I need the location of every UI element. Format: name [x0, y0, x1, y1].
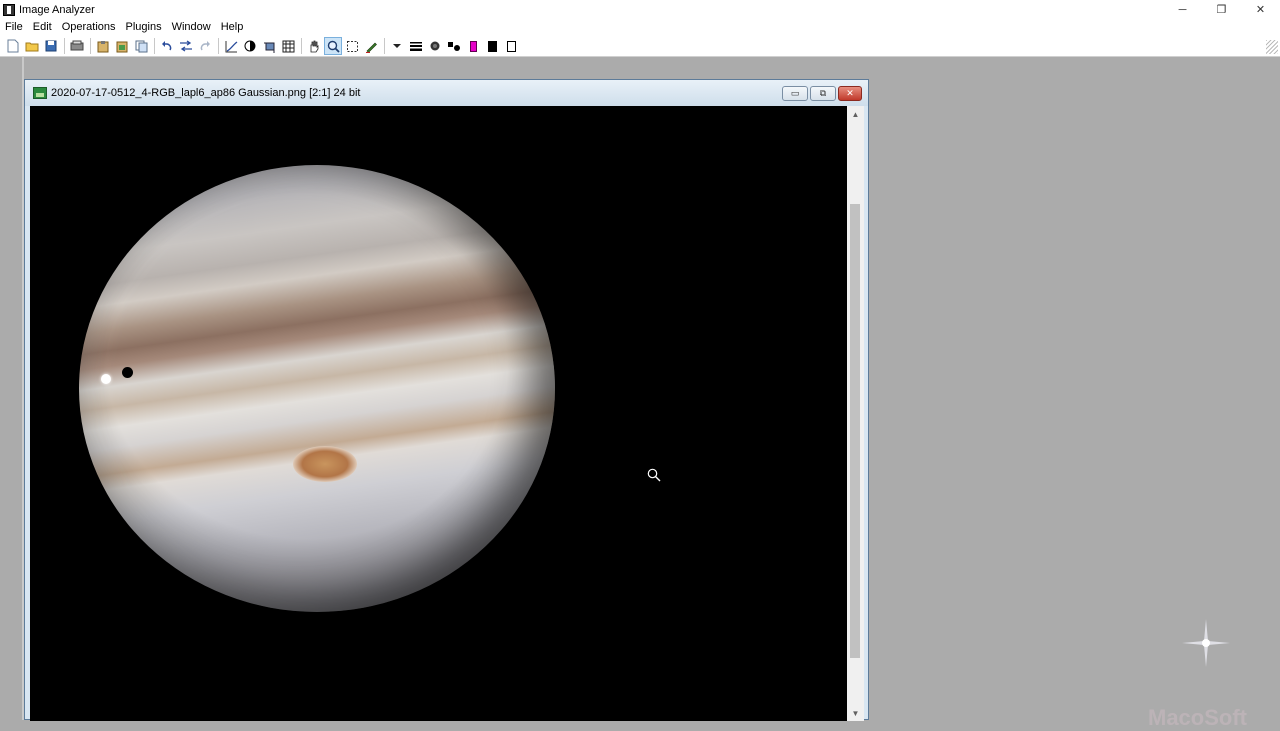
swap-icon[interactable] — [177, 37, 195, 55]
app-title: Image Analyzer — [19, 3, 95, 16]
paste-icon[interactable] — [94, 37, 112, 55]
mdi-workspace: 2020-07-17-0512_4-RGB_lapl6_ap86 Gaussia… — [0, 57, 1280, 730]
great-red-spot — [293, 446, 357, 482]
app-titlebar: Image Analyzer ─ ❐ ✕ — [0, 0, 1280, 19]
paste-special-icon[interactable] — [113, 37, 131, 55]
menu-file[interactable]: File — [0, 19, 28, 36]
pen-icon[interactable] — [362, 37, 380, 55]
zoom-icon[interactable] — [324, 37, 342, 55]
grid-icon[interactable] — [279, 37, 297, 55]
crop-icon[interactable] — [260, 37, 278, 55]
image-window: 2020-07-17-0512_4-RGB_lapl6_ap86 Gaussia… — [24, 79, 869, 721]
white-swatch-icon[interactable] — [502, 37, 520, 55]
watermark: MacoSoft — [1148, 705, 1247, 730]
jupiter-image — [79, 165, 555, 612]
copy-icon[interactable] — [132, 37, 150, 55]
contrast-icon[interactable] — [241, 37, 259, 55]
toolbar-separator — [64, 38, 65, 54]
scroll-thumb[interactable] — [850, 204, 860, 658]
toolbar-separator — [384, 38, 385, 54]
sparkle-icon — [1182, 619, 1230, 667]
curve-icon[interactable] — [222, 37, 240, 55]
toolbar-separator — [218, 38, 219, 54]
open-icon[interactable] — [23, 37, 41, 55]
save-icon[interactable] — [42, 37, 60, 55]
dropdown-icon[interactable] — [388, 37, 406, 55]
black-swatch-icon[interactable] — [483, 37, 501, 55]
moon — [101, 374, 111, 384]
vertical-scrollbar[interactable]: ▲ ▼ — [847, 106, 864, 721]
new-icon[interactable] — [4, 37, 22, 55]
image-window-caption: 2020-07-17-0512_4-RGB_lapl6_ap86 Gaussia… — [51, 87, 361, 99]
menu-window[interactable]: Window — [167, 19, 216, 36]
scan-icon[interactable] — [68, 37, 86, 55]
image-window-controls: ▭ ⧉ ✕ — [780, 86, 862, 101]
magenta-swatch-icon[interactable] — [464, 37, 482, 55]
image-maximize-button[interactable]: ⧉ — [810, 86, 836, 101]
toolbar-separator — [154, 38, 155, 54]
resize-grip[interactable] — [1266, 40, 1278, 54]
toolbar-separator — [301, 38, 302, 54]
image-minimize-button[interactable]: ▭ — [782, 86, 808, 101]
hand-icon[interactable] — [305, 37, 323, 55]
image-close-button[interactable]: ✕ — [838, 86, 862, 101]
scroll-up-icon[interactable]: ▲ — [847, 106, 864, 122]
image-canvas[interactable] — [30, 106, 847, 721]
scroll-down-icon[interactable]: ▼ — [847, 705, 864, 721]
toolbar-separator — [90, 38, 91, 54]
window-controls: ─ ❐ ✕ — [1163, 0, 1280, 19]
zoom-cursor-icon — [647, 468, 661, 482]
image-window-titlebar[interactable]: 2020-07-17-0512_4-RGB_lapl6_ap86 Gaussia… — [25, 80, 868, 106]
menu-edit[interactable]: Edit — [28, 19, 57, 36]
close-button[interactable]: ✕ — [1241, 0, 1280, 19]
menu-help[interactable]: Help — [216, 19, 249, 36]
minimize-button[interactable]: ─ — [1163, 0, 1202, 19]
moon-shadow — [122, 367, 133, 378]
restore-button[interactable]: ❐ — [1202, 0, 1241, 19]
image-file-icon — [33, 87, 47, 99]
app-icon — [3, 3, 15, 16]
menu-plugins[interactable]: Plugins — [121, 19, 167, 36]
toolbar — [0, 36, 1280, 57]
menu-bar: File Edit Operations Plugins Window Help — [0, 19, 1280, 36]
dot-icon[interactable] — [426, 37, 444, 55]
redo-icon[interactable] — [196, 37, 214, 55]
undo-icon[interactable] — [158, 37, 176, 55]
menu-operations[interactable]: Operations — [57, 19, 121, 36]
line-width-icon[interactable] — [407, 37, 425, 55]
select-icon[interactable] — [343, 37, 361, 55]
shapes-icon[interactable] — [445, 37, 463, 55]
